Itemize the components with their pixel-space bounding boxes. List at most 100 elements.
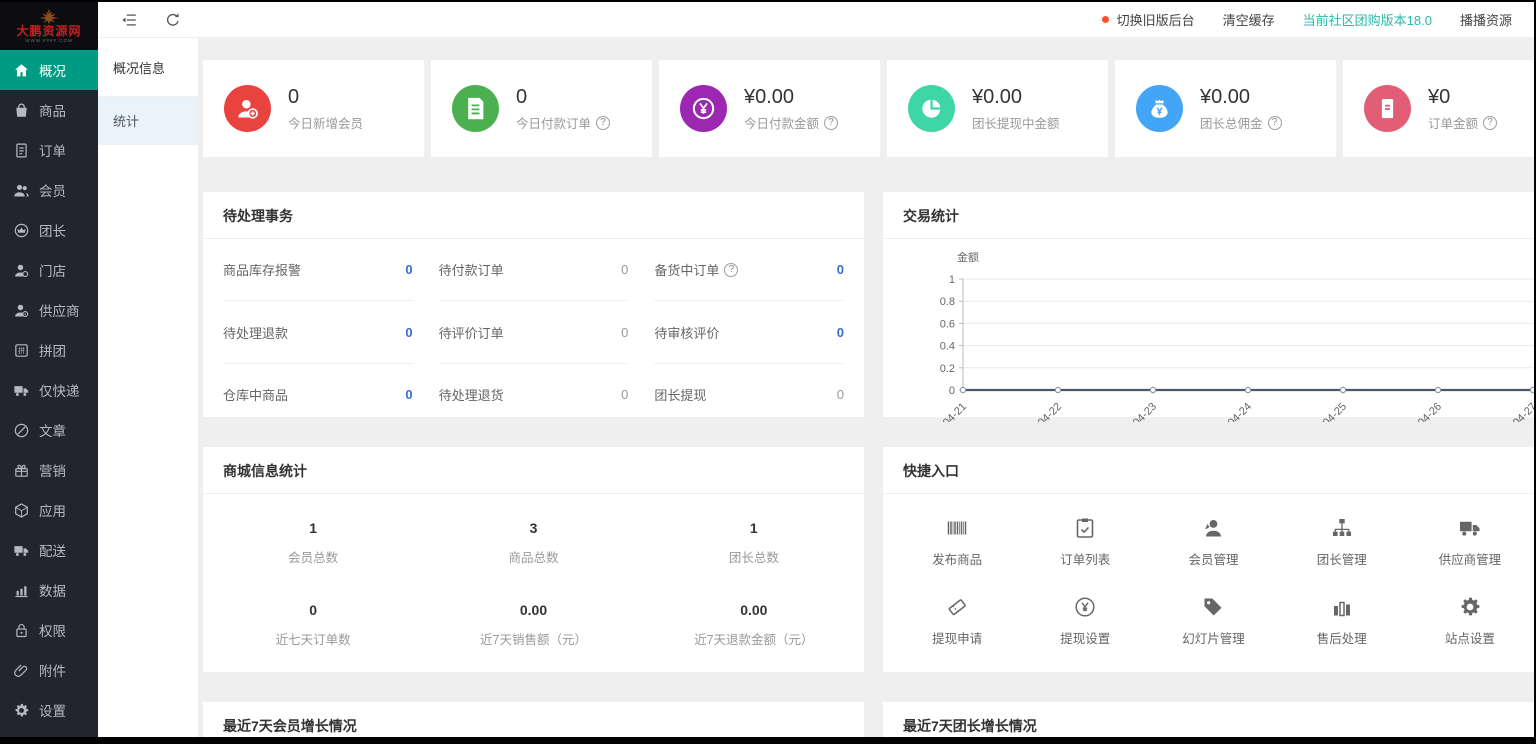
bars-icon xyxy=(1330,595,1354,619)
quick-entry-label: 供应商管理 xyxy=(1439,549,1502,568)
sidebar-item-suppliers[interactable]: 供应商 xyxy=(0,290,98,330)
quick-entry-label: 发布商品 xyxy=(932,549,982,568)
sidebar-item-attachments[interactable]: 附件 xyxy=(0,650,98,690)
yenCircle-icon xyxy=(1073,595,1097,619)
memberAdd-icon xyxy=(234,95,261,122)
help-icon[interactable]: ? xyxy=(596,116,610,130)
sidebar-item-stores[interactable]: 门店 xyxy=(0,250,98,290)
mall-stat-value: 1 xyxy=(203,520,423,536)
quick-entry-label: 团长管理 xyxy=(1317,549,1367,568)
topbar-link-bobo-resources[interactable]: 播播资源 xyxy=(1460,10,1512,29)
secondary-sidebar: 概况信息 统计 xyxy=(98,38,198,737)
sidebar-item-members[interactable]: 会员 xyxy=(0,170,98,210)
mall-stat-label: 商品总数 xyxy=(423,547,643,566)
help-icon[interactable]: ? xyxy=(1483,116,1497,130)
mall-stat: 1会员总数 xyxy=(203,520,423,566)
pending-item-value[interactable]: 0 xyxy=(837,262,844,277)
sidebar-item-label: 拼团 xyxy=(39,340,66,360)
mall-stat: 3商品总数 xyxy=(423,520,643,566)
desktop-screenshot: 大鹏资源网 WWW.####.COM 概况商品订单会员团长门店供应商拼拼团仅快递… xyxy=(0,0,1536,744)
stat-card-label: 今日新增会员 xyxy=(288,113,363,132)
sidebar-item-groupbuy[interactable]: 拼拼团 xyxy=(0,330,98,370)
stat-card-label: 团长总佣金? xyxy=(1200,113,1282,132)
gift-icon xyxy=(13,462,30,479)
quick-entry-member-mgmt[interactable]: 会员管理 xyxy=(1149,516,1277,568)
topbar-link-current-version[interactable]: 当前社区团购版本18.0 xyxy=(1303,10,1432,29)
sidebar-item-settings[interactable]: 设置 xyxy=(0,690,98,730)
pending-item-value[interactable]: 0 xyxy=(405,325,412,340)
pending-item-value[interactable]: 0 xyxy=(837,325,844,340)
svg-text:金额: 金额 xyxy=(957,250,979,264)
quick-entry-label: 站点设置 xyxy=(1445,628,1495,647)
truck-icon xyxy=(13,382,30,399)
topbar-link-switch-old-admin[interactable]: 切换旧版后台 xyxy=(1102,10,1195,29)
stat-card-today-paid-amount: ¥0.00今日付款金额? xyxy=(659,60,880,157)
pie-icon xyxy=(918,95,945,122)
svg-text:04-21: 04-21 xyxy=(941,401,969,422)
sidebar-item-leaders[interactable]: 团长 xyxy=(0,210,98,250)
collapse-sidebar-icon[interactable] xyxy=(120,11,138,29)
users-icon xyxy=(13,182,30,199)
topbar-link-clear-cache[interactable]: 清空缓存 xyxy=(1223,10,1275,29)
sidebar-item-marketing[interactable]: 营销 xyxy=(0,450,98,490)
supplier-icon xyxy=(13,302,30,319)
help-icon[interactable]: ? xyxy=(724,263,738,277)
quick-entry-order-list[interactable]: 订单列表 xyxy=(1021,516,1149,568)
logo-subtitle: WWW.####.COM xyxy=(25,38,73,44)
stat-card-today-paid-orders: 0今日付款订单? xyxy=(431,60,652,157)
panel-member-growth-7d: 最近7天会员增长情况 xyxy=(203,702,864,737)
quick-entry-withdraw-settings[interactable]: 提现设置 xyxy=(1021,595,1149,647)
sidebar-item-statistics[interactable]: 统计 xyxy=(98,97,198,145)
transaction-stats-panel: 交易统计 金额10.80.60.40.2004-2104-2204-2304-2… xyxy=(883,192,1534,417)
barcode-icon xyxy=(945,516,969,540)
sidebar-item-label: 应用 xyxy=(39,500,66,520)
sidebar-item-data[interactable]: 数据 xyxy=(0,570,98,610)
chart-icon xyxy=(13,582,30,599)
pending-item-value: 0 xyxy=(837,387,844,402)
sidebar-item-delivery[interactable]: 配送 xyxy=(0,530,98,570)
sidebar-item-goods[interactable]: 商品 xyxy=(0,90,98,130)
quick-entry-panel: 快捷入口 发布商品订单列表会员管理团长管理供应商管理提现申请提现设置幻灯片管理售… xyxy=(883,447,1534,672)
sidebar-item-overview[interactable]: 概况 xyxy=(0,50,98,90)
sidebar-item-label: 供应商 xyxy=(39,300,80,320)
sidebar-item-label: 商品 xyxy=(39,100,66,120)
mall-stat: 1团长总数 xyxy=(644,520,864,566)
mall-stat-label: 近7天销售额（元） xyxy=(423,629,643,648)
pending-item-value: 0 xyxy=(621,325,628,340)
svg-text:04-22: 04-22 xyxy=(1036,401,1064,422)
doc-icon xyxy=(13,142,30,159)
pending-tasks-grid: 商品库存报警0待付款订单0备货中订单?0待处理退款0待评价订单0待审核评价0仓库… xyxy=(203,239,864,426)
sidebar-item-articles[interactable]: 文章 xyxy=(0,410,98,450)
panel-title: 最近7天团长增长情况 xyxy=(883,702,1534,737)
help-icon[interactable]: ? xyxy=(824,116,838,130)
stat-card-icon-circle xyxy=(224,85,271,132)
sidebar-item-express-only[interactable]: 仅快递 xyxy=(0,370,98,410)
tag-icon xyxy=(1201,595,1225,619)
pending-item-label: 待付款订单 xyxy=(439,260,504,279)
sidebar-item-label: 数据 xyxy=(39,580,66,600)
quick-entry-supplier-mgmt[interactable]: 供应商管理 xyxy=(1406,516,1534,568)
pending-item-label: 备货中订单? xyxy=(654,260,738,279)
quick-entry-site-settings[interactable]: 站点设置 xyxy=(1406,595,1534,647)
sidebar-item-apps[interactable]: 应用 xyxy=(0,490,98,530)
pending-item-value: 0 xyxy=(621,262,628,277)
home-icon xyxy=(13,62,30,79)
pending-item-value[interactable]: 0 xyxy=(405,262,412,277)
quick-entry-aftersale[interactable]: 售后处理 xyxy=(1278,595,1406,647)
transaction-stats-title: 交易统计 xyxy=(883,192,1534,239)
sidebar-item-orders[interactable]: 订单 xyxy=(0,130,98,170)
pending-item-value[interactable]: 0 xyxy=(405,387,412,402)
quick-entry-withdraw-apply[interactable]: 提现申请 xyxy=(893,595,1021,647)
mall-stat-label: 近7天退款金额（元） xyxy=(644,629,864,648)
quick-entry-slideshow-mgmt[interactable]: 幻灯片管理 xyxy=(1149,595,1277,647)
panel-leader-growth-7d: 最近7天团长增长情况 xyxy=(883,702,1534,737)
store-icon xyxy=(13,262,30,279)
sidebar-item-label: 配送 xyxy=(39,540,66,560)
quick-entry-leader-mgmt[interactable]: 团长管理 xyxy=(1278,516,1406,568)
help-icon[interactable]: ? xyxy=(1268,116,1282,130)
refresh-icon[interactable] xyxy=(164,11,182,29)
sidebar-item-permissions[interactable]: 权限 xyxy=(0,610,98,650)
quick-entry-publish-goods[interactable]: 发布商品 xyxy=(893,516,1021,568)
pending-tasks-title: 待处理事务 xyxy=(203,192,864,239)
main-content: 0今日新增会员0今日付款订单?¥0.00今日付款金额?¥0.00团长提现中金额¥… xyxy=(198,38,1534,737)
